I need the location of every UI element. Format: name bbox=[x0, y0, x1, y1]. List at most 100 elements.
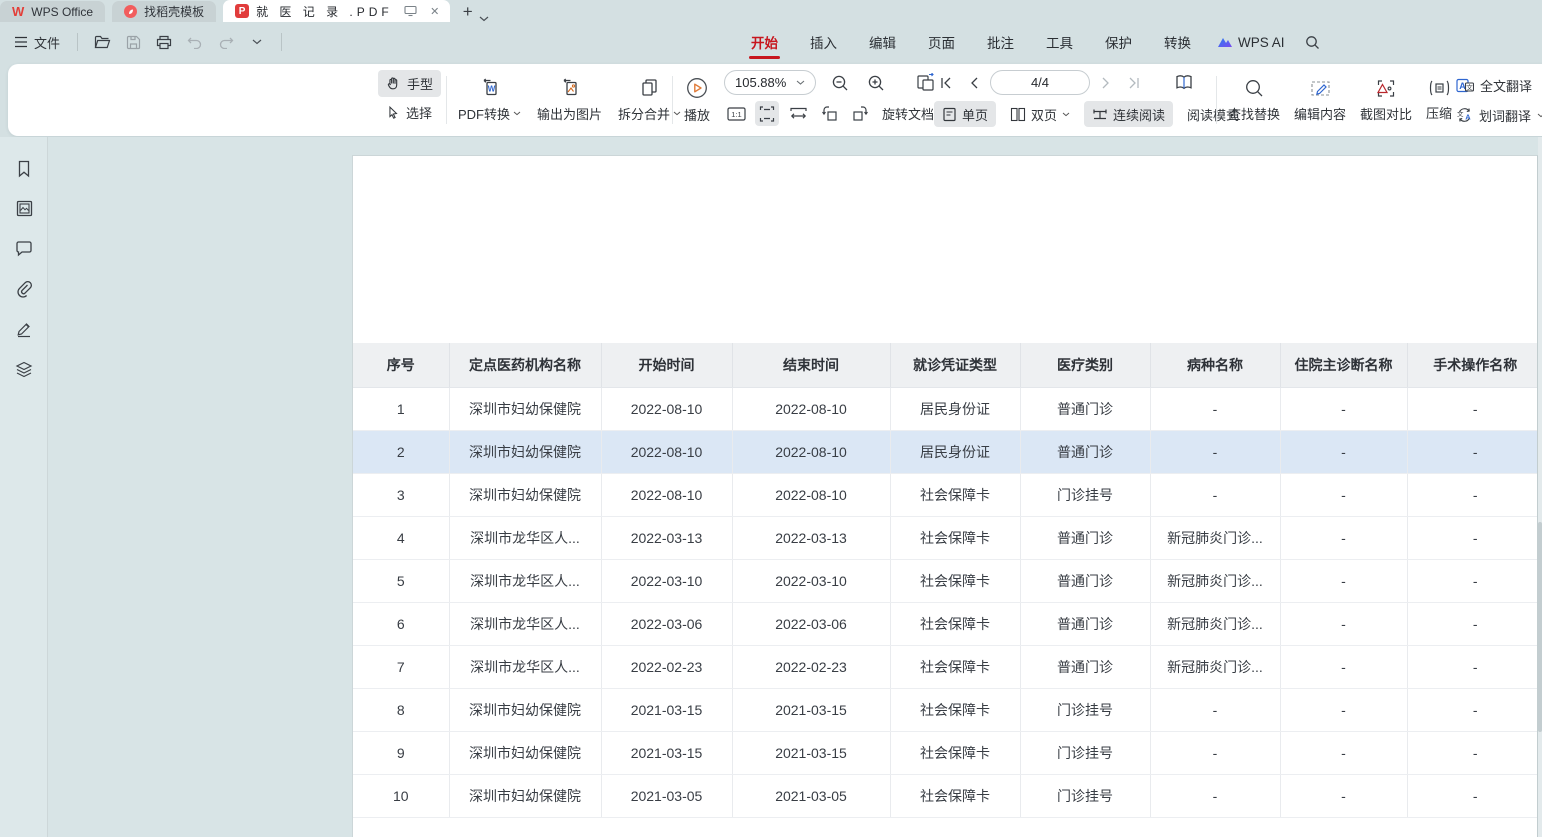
file-menu-button[interactable]: 文件 bbox=[10, 29, 64, 56]
table-cell: - bbox=[1407, 731, 1538, 774]
menu-bar: 文件 开始 插入 编辑 bbox=[0, 22, 1542, 62]
docer-logo-icon bbox=[124, 5, 137, 18]
last-page-icon[interactable] bbox=[1122, 70, 1146, 95]
table-cell: - bbox=[1280, 731, 1407, 774]
split-merge-button[interactable]: 拆分合并 bbox=[614, 70, 685, 130]
table-cell: 深圳市妇幼保健院 bbox=[449, 688, 601, 731]
table-cell: 新冠肺炎门诊... bbox=[1150, 645, 1280, 688]
tab-label: WPS Office bbox=[31, 5, 93, 19]
menu-page[interactable]: 页面 bbox=[912, 22, 971, 62]
table-cell: 社会保障卡 bbox=[890, 559, 1020, 602]
new-tab-button[interactable]: + bbox=[457, 2, 479, 22]
divider bbox=[281, 33, 282, 51]
zoom-level-select[interactable]: 105.88% bbox=[724, 70, 816, 95]
table-row: 1深圳市妇幼保健院2022-08-102022-08-10居民身份证普通门诊--… bbox=[353, 387, 1538, 430]
column-header: 住院主诊断名称 bbox=[1280, 343, 1407, 387]
menu-insert[interactable]: 插入 bbox=[794, 22, 853, 62]
open-file-icon[interactable] bbox=[91, 31, 113, 53]
pdf-convert-icon: W bbox=[479, 77, 501, 99]
menu-convert[interactable]: 转换 bbox=[1148, 22, 1207, 62]
rotate-left-icon[interactable] bbox=[817, 101, 841, 126]
table-cell: 普通门诊 bbox=[1020, 387, 1150, 430]
menu-tools[interactable]: 工具 bbox=[1030, 22, 1089, 62]
compress-button[interactable]: 压缩 bbox=[1422, 70, 1456, 130]
table-cell: 门诊挂号 bbox=[1020, 473, 1150, 516]
table-row: 6深圳市龙华区人...2022-03-062022-03-06社会保障卡普通门诊… bbox=[353, 602, 1538, 645]
table-cell: 5 bbox=[353, 559, 449, 602]
hand-tool-button[interactable]: 手型 bbox=[378, 70, 441, 97]
attachments-panel-icon[interactable] bbox=[12, 277, 36, 301]
table-row: 8深圳市妇幼保健院2021-03-152021-03-15社会保障卡门诊挂号--… bbox=[353, 688, 1538, 731]
first-page-icon[interactable] bbox=[934, 70, 958, 95]
divider bbox=[672, 76, 673, 124]
tab-document-active[interactable]: P 就 医 记 录 .PDF ✕ bbox=[223, 0, 450, 22]
pdf-page: 序号定点医药机构名称开始时间结束时间就诊凭证类型医疗类别病种名称住院主诊断名称手… bbox=[352, 155, 1538, 837]
menu-protect[interactable]: 保护 bbox=[1089, 22, 1148, 62]
fit-width-icon[interactable] bbox=[786, 101, 810, 126]
vertical-scrollbar[interactable] bbox=[1538, 137, 1542, 837]
previous-page-icon[interactable] bbox=[962, 70, 986, 95]
zoom-in-icon[interactable] bbox=[864, 70, 888, 95]
play-slideshow-button[interactable]: 播放 bbox=[680, 70, 714, 130]
table-cell: 新冠肺炎门诊... bbox=[1150, 559, 1280, 602]
table-cell: 2022-03-10 bbox=[732, 559, 890, 602]
rotate-right-icon[interactable] bbox=[848, 101, 872, 126]
comments-panel-icon[interactable] bbox=[12, 237, 36, 261]
save-icon[interactable] bbox=[122, 31, 144, 53]
table-cell: 10 bbox=[353, 774, 449, 817]
next-page-icon[interactable] bbox=[1094, 70, 1118, 95]
table-cell: 社会保障卡 bbox=[890, 774, 1020, 817]
wps-logo-icon: W bbox=[12, 5, 24, 18]
close-tab-icon[interactable]: ✕ bbox=[428, 4, 442, 18]
continuous-reading-icon bbox=[1092, 107, 1108, 121]
wps-ai-button[interactable]: WPS AI bbox=[1207, 35, 1295, 50]
pdf-convert-button[interactable]: W PDF转换 bbox=[454, 70, 525, 130]
full-text-translate-button[interactable]: A 文 全文翻译 bbox=[1452, 73, 1542, 97]
export-as-image-button[interactable]: 输出为图片 bbox=[533, 70, 606, 130]
table-cell: 2022-08-10 bbox=[732, 387, 890, 430]
table-cell: 2021-03-15 bbox=[601, 731, 732, 774]
tab-wps-office[interactable]: W WPS Office bbox=[0, 1, 105, 22]
table-cell: - bbox=[1280, 602, 1407, 645]
edit-content-button[interactable]: 编辑内容 bbox=[1290, 70, 1350, 130]
rotate-document-button[interactable]: 旋转文档 bbox=[882, 104, 934, 123]
thumbnails-panel-icon[interactable] bbox=[12, 196, 36, 220]
table-cell: 2022-08-10 bbox=[732, 430, 890, 473]
bookmarks-panel-icon[interactable] bbox=[12, 157, 36, 181]
menu-search-icon[interactable] bbox=[1295, 35, 1330, 50]
table-cell: 2022-08-10 bbox=[601, 387, 732, 430]
table-cell: 社会保障卡 bbox=[890, 473, 1020, 516]
double-page-button[interactable]: 双页 bbox=[1002, 101, 1078, 127]
actual-size-icon[interactable]: 1:1 bbox=[724, 101, 748, 126]
signature-panel-icon[interactable] bbox=[12, 317, 36, 341]
scrollbar-thumb[interactable] bbox=[1538, 522, 1542, 732]
column-header: 序号 bbox=[353, 343, 449, 387]
monitor-icon[interactable] bbox=[404, 4, 418, 18]
word-translate-button[interactable]: 文 A 划词翻译 bbox=[1452, 103, 1542, 127]
find-replace-button[interactable]: 查找替换 bbox=[1224, 70, 1284, 130]
single-page-button[interactable]: 单页 bbox=[934, 101, 996, 127]
tab-docer-templates[interactable]: 找稻壳模板 bbox=[112, 1, 216, 22]
undo-icon[interactable] bbox=[184, 31, 206, 53]
chevron-down-icon bbox=[796, 80, 805, 86]
table-row: 5深圳市龙华区人...2022-03-102022-03-10社会保障卡普通门诊… bbox=[353, 559, 1538, 602]
read-mode-book-icon[interactable] bbox=[1172, 70, 1196, 95]
menu-home[interactable]: 开始 bbox=[735, 22, 794, 62]
redo-icon[interactable] bbox=[215, 31, 237, 53]
select-tool-button[interactable]: 选择 bbox=[378, 99, 441, 126]
page-number-input[interactable] bbox=[990, 70, 1090, 95]
menu-edit[interactable]: 编辑 bbox=[853, 22, 912, 62]
menu-comment[interactable]: 批注 bbox=[971, 22, 1030, 62]
table-cell: 深圳市妇幼保健院 bbox=[449, 387, 601, 430]
layers-panel-icon[interactable] bbox=[12, 357, 36, 381]
table-cell: 深圳市龙华区人... bbox=[449, 516, 601, 559]
continuous-reading-button[interactable]: 连续阅读 bbox=[1084, 101, 1173, 127]
fit-page-icon[interactable] bbox=[755, 101, 779, 126]
zoom-level-value: 105.88% bbox=[735, 75, 786, 90]
table-cell: 居民身份证 bbox=[890, 387, 1020, 430]
screenshot-compare-button[interactable]: 截图对比 bbox=[1356, 70, 1416, 130]
quick-access-chevron-icon[interactable] bbox=[246, 31, 268, 53]
zoom-out-icon[interactable] bbox=[828, 70, 852, 95]
print-icon[interactable] bbox=[153, 31, 175, 53]
document-workspace: 序号定点医药机构名称开始时间结束时间就诊凭证类型医疗类别病种名称住院主诊断名称手… bbox=[0, 137, 1542, 837]
